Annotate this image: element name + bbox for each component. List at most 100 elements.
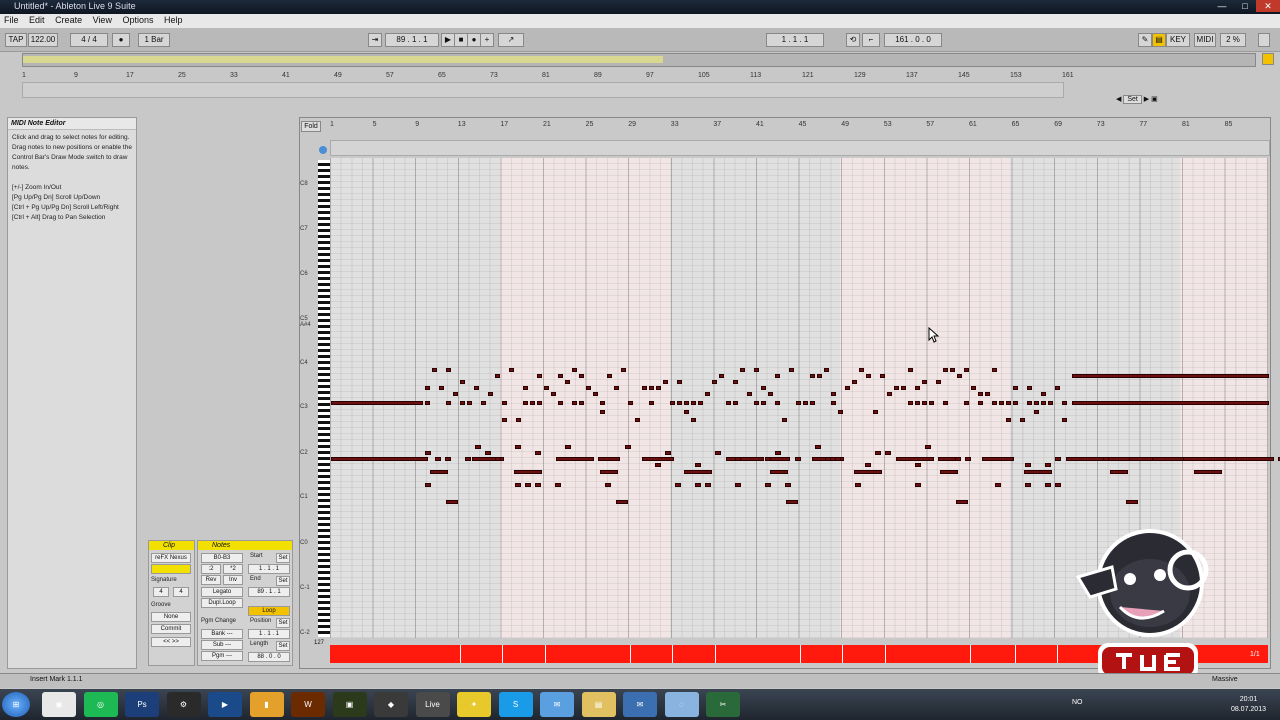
midi-note[interactable] — [600, 470, 618, 474]
velocity-marker[interactable] — [800, 645, 801, 663]
midi-note[interactable] — [474, 386, 479, 390]
taskbar-outlook-icon[interactable]: ✉ — [623, 692, 657, 717]
midi-note[interactable] — [665, 451, 671, 455]
midi-note[interactable] — [943, 368, 948, 372]
taskbar-media-icon[interactable]: ▶ — [208, 692, 242, 717]
midi-note[interactable] — [880, 374, 885, 378]
midi-note[interactable] — [535, 483, 541, 487]
midi-note[interactable] — [446, 500, 458, 504]
midi-note[interactable] — [565, 380, 570, 384]
midi-note[interactable] — [1062, 418, 1067, 422]
automation-arm-icon[interactable]: ↗ — [498, 33, 524, 47]
midi-note[interactable] — [887, 392, 892, 396]
midi-note[interactable] — [635, 418, 640, 422]
clip-loop-bar[interactable] — [330, 140, 1270, 156]
midi-note[interactable] — [460, 380, 465, 384]
clip-name-field[interactable]: reFX Nexus — [151, 553, 191, 563]
midi-note[interactable] — [894, 386, 899, 390]
midi-note[interactable] — [598, 457, 620, 461]
midi-note[interactable] — [824, 368, 829, 372]
midi-note[interactable] — [579, 374, 584, 378]
midi-note[interactable] — [1072, 401, 1269, 405]
nudge-buttons[interactable]: << >> — [151, 637, 191, 647]
midi-note[interactable] — [747, 392, 752, 396]
taskbar-explorer-icon[interactable]: ▤ — [581, 692, 616, 717]
record-icon[interactable]: ● — [467, 33, 481, 47]
velocity-marker[interactable] — [460, 645, 461, 663]
midi-note[interactable] — [435, 457, 441, 461]
midi-note[interactable] — [432, 368, 437, 372]
menu-help[interactable]: Help — [164, 15, 183, 25]
midi-note[interactable] — [1045, 463, 1051, 467]
midi-note[interactable] — [670, 401, 675, 405]
velocity-marker[interactable] — [842, 645, 843, 663]
midi-note[interactable] — [866, 374, 871, 378]
midi-note[interactable] — [831, 401, 836, 405]
loop-switch-icon[interactable]: ⟲ — [846, 33, 860, 47]
midi-note[interactable] — [719, 374, 724, 378]
midi-note[interactable] — [810, 401, 815, 405]
midi-note[interactable] — [698, 401, 703, 405]
midi-note[interactable] — [675, 483, 681, 487]
midi-note[interactable] — [754, 401, 759, 405]
taskbar-chrome-icon[interactable]: ◉ — [42, 692, 76, 717]
midi-note[interactable] — [796, 401, 801, 405]
midi-note[interactable] — [621, 368, 626, 372]
midi-note[interactable] — [740, 368, 745, 372]
menu-view[interactable]: View — [93, 15, 112, 25]
midi-note[interactable] — [495, 457, 501, 461]
midi-note[interactable] — [810, 374, 815, 378]
midi-note[interactable] — [1006, 401, 1011, 405]
midi-note[interactable] — [995, 483, 1001, 487]
midi-note[interactable] — [1027, 401, 1032, 405]
tap-button[interactable]: TAP — [5, 33, 27, 47]
midi-note[interactable] — [600, 401, 605, 405]
loop-button[interactable]: Loop — [248, 606, 290, 616]
draw-mode-icon[interactable]: ✎ — [1138, 33, 1152, 47]
midi-note[interactable] — [712, 380, 717, 384]
midi-note[interactable] — [425, 451, 431, 455]
midi-note[interactable] — [705, 483, 711, 487]
velocity-marker[interactable] — [672, 645, 673, 663]
midi-note[interactable] — [803, 401, 808, 405]
midi-note[interactable] — [655, 463, 661, 467]
set-position-button[interactable]: Set — [276, 618, 290, 628]
language-indicator[interactable]: NO — [1072, 699, 1083, 706]
midi-note[interactable] — [514, 470, 542, 474]
midi-note[interactable] — [922, 401, 927, 405]
midi-note[interactable] — [616, 500, 628, 504]
midi-note[interactable] — [453, 392, 458, 396]
midi-note[interactable] — [950, 368, 955, 372]
set-length-button[interactable]: Set — [276, 641, 290, 651]
midi-note[interactable] — [733, 401, 738, 405]
midi-note[interactable] — [691, 401, 696, 405]
midi-note[interactable] — [663, 380, 668, 384]
note-range-field[interactable]: B0-B3 — [201, 553, 243, 563]
midi-note[interactable] — [925, 445, 931, 449]
midi-note[interactable] — [502, 401, 507, 405]
menu-file[interactable]: File — [4, 15, 19, 25]
velocity-marker[interactable] — [1015, 645, 1016, 663]
bank-field[interactable]: Bank --- — [201, 629, 243, 639]
maximize-button[interactable]: □ — [1234, 0, 1256, 12]
midi-note[interactable] — [985, 392, 990, 396]
taskbar-winamp-icon[interactable]: ▣ — [332, 692, 367, 717]
midi-note[interactable] — [999, 401, 1004, 405]
midi-map-button[interactable]: MIDI — [1194, 33, 1216, 47]
midi-note[interactable] — [770, 470, 788, 474]
midi-note[interactable] — [940, 470, 958, 474]
taskbar-ps-icon[interactable]: Ps — [125, 692, 159, 717]
midi-note[interactable] — [445, 457, 451, 461]
midi-note[interactable] — [555, 483, 561, 487]
midi-note[interactable] — [1108, 457, 1130, 461]
midi-note[interactable] — [825, 457, 831, 461]
midi-note[interactable] — [695, 483, 701, 487]
midi-note[interactable] — [761, 386, 766, 390]
midi-note[interactable] — [537, 374, 542, 378]
midi-note[interactable] — [1013, 401, 1018, 405]
midi-note[interactable] — [908, 368, 913, 372]
midi-note[interactable] — [481, 401, 486, 405]
midi-note[interactable] — [649, 386, 654, 390]
set-end-button[interactable]: Set — [276, 576, 290, 586]
menu-edit[interactable]: Edit — [29, 15, 45, 25]
